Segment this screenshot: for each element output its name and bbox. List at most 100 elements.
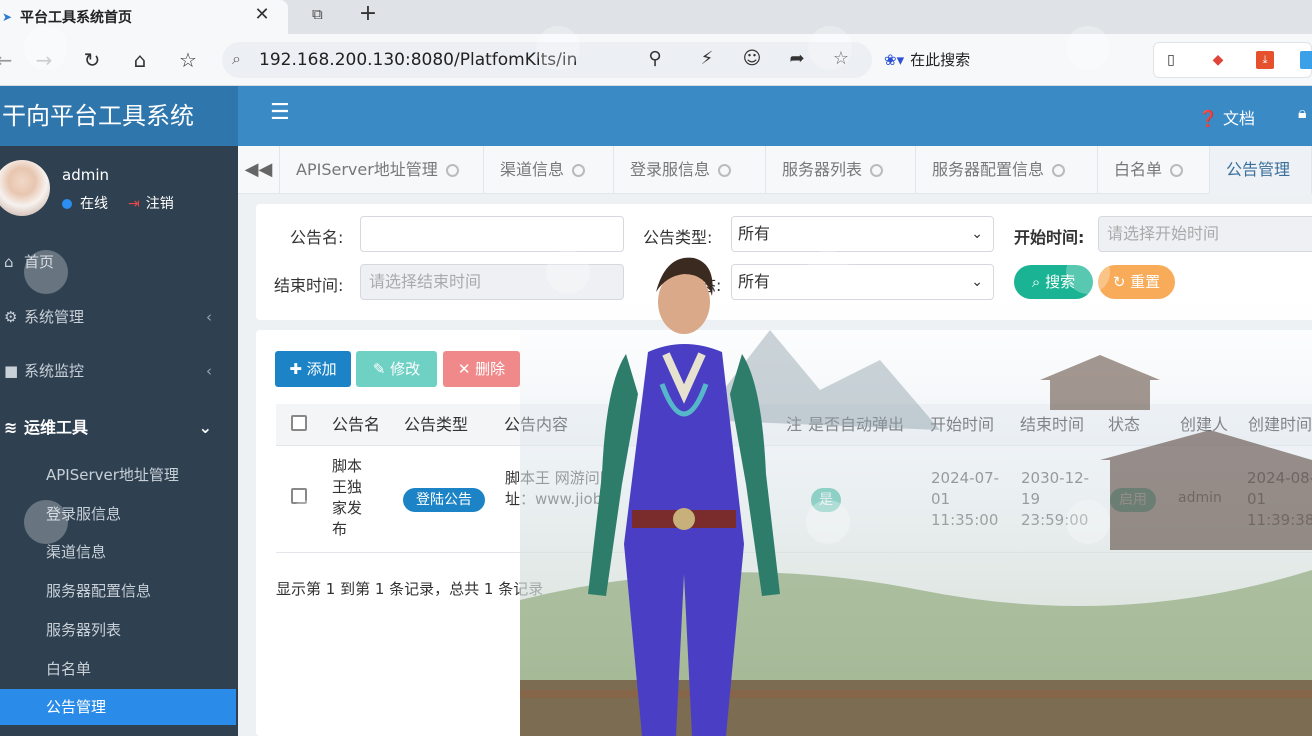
home-icon: ⌂ [4,253,14,271]
forward-icon[interactable]: → [32,48,56,72]
address-bar[interactable]: ⌕ 192.168.200.130:8080/PlatfomKlts/in ⚲ … [222,42,872,78]
cell-creator: admin [1178,490,1222,506]
lock-icon[interactable]: 🔒︎ [1298,103,1307,123]
online-dot-icon [62,199,72,209]
column-header[interactable]: 创建人 [1180,404,1228,446]
sidebar-subitem-whitelist[interactable]: 白名单 [0,651,238,687]
select-all-checkbox[interactable] [291,415,307,431]
bookmark-star-icon[interactable]: ☆ [176,48,200,72]
new-tab-icon[interactable]: + [357,2,379,26]
avatar[interactable] [0,160,50,216]
menu-toggle-icon[interactable]: ☰ [270,100,290,125]
favorite-icon[interactable]: ☆ [830,48,852,70]
lightning-icon[interactable]: ⚡ [696,48,718,70]
tab-whitelist[interactable]: 白名单 [1098,146,1210,194]
tab-close-icon[interactable] [718,164,732,177]
sidebar-item-system-manage[interactable]: ⚙ 系统管理 ‹ [0,297,238,337]
tabs-prev-icon[interactable]: ◀◀ [238,146,280,194]
announcement-name-input[interactable] [360,216,624,252]
status-select[interactable]: 所有 ⌄ [731,264,994,300]
column-header[interactable]: 状态 [1108,404,1140,446]
tab-label: 白名单 [1114,160,1163,179]
type-badge: 登陆公告 [403,488,485,512]
sidebar-subitem-login-server[interactable]: 登录服信息 [0,496,238,532]
page-tabs-bar: ◀◀ APIServer地址管理 渠道信息 登录服信息 服务器列表 服务器配置信… [238,146,1312,194]
docs-link[interactable]: ❓ 文档 [1198,105,1255,129]
tab-close-icon[interactable] [1170,164,1184,177]
sidebar-subitem-channel[interactable]: 渠道信息 [0,534,238,570]
column-header[interactable]: 公告内容 [504,404,568,446]
sidebar-item-system-monitor[interactable]: ■ 系统监控 ‹ [0,351,238,391]
sidebar-item-home[interactable]: ⌂ 首页 [0,242,238,282]
tab-label: 服务器配置信息 [932,160,1045,179]
cell-created-time: 2024-08-01 11:39:38 [1247,469,1312,529]
column-header[interactable]: 是否自动弹出 [808,404,904,446]
reset-button[interactable]: ↻ 重置 [1098,265,1175,299]
search-button[interactable]: ⌕ 搜索 [1014,265,1093,299]
browser-toolbar: ← → ↻ ⌂ ☆ ⌕ 192.168.200.130:8080/Platfom… [0,34,1312,86]
column-header[interactable]: 公告名 [332,404,380,446]
back-icon[interactable]: ← [0,48,16,72]
tablet-icon[interactable]: ▯ [1162,51,1180,69]
extension-icon[interactable] [1300,51,1312,69]
tab-label: 登录服信息 [630,160,711,179]
tab-login-server[interactable]: 登录服信息 [614,146,766,194]
extension-diamond-icon[interactable]: ◆ [1209,51,1227,69]
column-header[interactable]: 开始时间 [930,404,994,446]
location-pin-icon[interactable]: ⚲ [644,48,666,70]
row-checkbox[interactable] [291,488,307,504]
tab-label: 渠道信息 [500,160,565,179]
favicon-icon: ➤ [2,10,13,24]
sidebar-subitem-server-config[interactable]: 服务器配置信息 [0,573,238,609]
tab-close-icon[interactable] [870,164,884,177]
reset-icon: ↻ [1112,273,1126,291]
announcement-type-select[interactable]: 所有 ⌄ [731,216,994,252]
sidebar-item-label: 运维工具 [24,418,89,437]
home-icon[interactable]: ⌂ [128,48,152,72]
delete-button[interactable]: ✕ 删除 [443,351,520,387]
sidebar-subitem-announcement[interactable]: 公告管理 [0,689,236,725]
tab-label: 服务器列表 [782,160,863,179]
smiley-icon[interactable]: ☺ [741,48,763,70]
end-time-label: 结束时间: [274,276,344,295]
add-button[interactable]: ✚ 添加 [275,351,351,387]
edit-button[interactable]: ✎ 修改 [356,351,437,387]
pagination-summary: 显示第 1 到第 1 条记录，总共 1 条记录 [276,580,544,598]
tab-channel[interactable]: 渠道信息 [484,146,614,194]
sidebar-item-ops-tools[interactable]: ≋ 运维工具 ⌄ [0,408,238,448]
sidebar-item-label: 首页 [24,253,55,271]
pdf-icon[interactable]: ⤓ [1256,51,1274,69]
column-header[interactable]: 创建时间 [1248,404,1312,446]
sidebar-item-label: 系统管理 [24,308,85,326]
end-time-input[interactable]: 请选择结束时间 [360,264,624,300]
chevron-down-icon: ⌄ [198,418,212,437]
reload-icon[interactable]: ↻ [80,48,104,72]
column-header[interactable]: 公告类型 [404,404,468,446]
tab-server-config[interactable]: 服务器配置信息 [916,146,1098,194]
sidebar-subitem-server-list[interactable]: 服务器列表 [0,612,238,648]
address-url[interactable]: 192.168.200.130:8080/PlatfomKlts/in [259,50,577,70]
video-icon: ■ [4,362,19,380]
close-tab-icon[interactable]: ✕ [252,4,272,26]
wifi-icon: ≋ [4,418,18,437]
column-header[interactable]: 注 [786,404,802,446]
sidebar-subitem-apiserver[interactable]: APIServer地址管理 [0,457,238,493]
logout-link[interactable]: ⇥ 注销 [128,193,174,213]
start-time-input[interactable]: 请选择开始时间 [1098,216,1312,252]
tab-server-list[interactable]: 服务器列表 [766,146,916,194]
column-header[interactable]: 结束时间 [1020,404,1084,446]
search-engine-box[interactable]: ❀▾ 在此搜索 [884,49,970,70]
cell-end-time: 2030-12-19 23:59:00 [1021,469,1090,529]
tab-announcement[interactable]: 公告管理 [1210,146,1312,194]
user-name: admin [62,166,109,184]
browser-tab-title: 平台工具系统首页 [20,10,132,26]
tab-close-icon[interactable] [572,164,586,177]
tab-actions-icon[interactable]: ⧉ [312,5,332,25]
sidebar: admin 在线 ⇥ 注销 ⌂ 首页 ⚙ 系统管理 ‹ ■ 系统监控 ‹ ≋ 运维工具 ⌄ AP… [0,146,238,736]
share-icon[interactable]: ➦ [786,48,808,70]
tab-close-icon[interactable] [1052,164,1066,177]
row-divider [276,552,1312,553]
tab-apiserver[interactable]: APIServer地址管理 [280,146,484,194]
browser-tab[interactable]: ➤ 平台工具系统首页 ✕ [0,0,288,34]
tab-close-icon[interactable] [445,164,459,177]
